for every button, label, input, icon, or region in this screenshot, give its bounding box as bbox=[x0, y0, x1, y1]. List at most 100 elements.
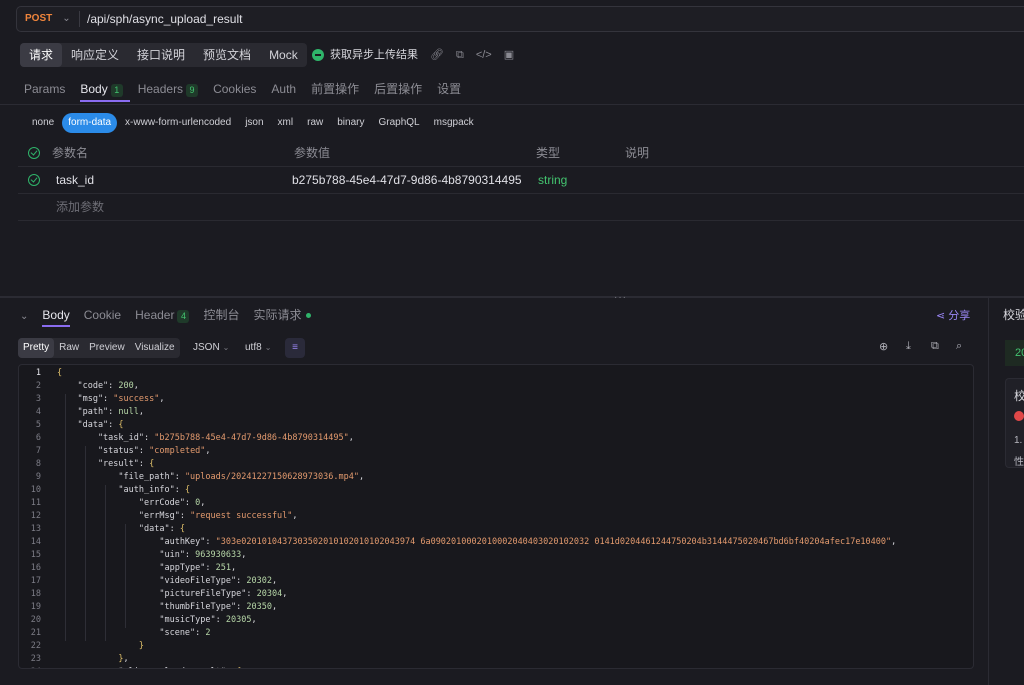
tab-preview-doc[interactable]: 预览文档 bbox=[194, 43, 260, 67]
url-input[interactable]: /api/sph/async_upload_result bbox=[87, 7, 242, 31]
tab-cookies[interactable]: Cookies bbox=[213, 78, 263, 102]
resp-tab-header[interactable]: Header 4 bbox=[135, 305, 190, 327]
api-title[interactable]: 获取异步上传结果 bbox=[330, 43, 418, 67]
code-token: , bbox=[123, 654, 129, 664]
format-raw[interactable]: Raw bbox=[54, 338, 84, 358]
add-param-placeholder[interactable]: 添加参数 bbox=[56, 194, 104, 221]
code-line: "status": "completed", bbox=[57, 446, 211, 456]
encoding-label: utf8 bbox=[245, 342, 262, 353]
status-code: 20 bbox=[1005, 340, 1024, 366]
format-preview[interactable]: Preview bbox=[84, 338, 130, 358]
body-type-urlencoded[interactable]: x-www-form-urlencoded bbox=[119, 113, 237, 133]
code-token: "status": bbox=[57, 446, 150, 456]
body-type-graphql[interactable]: GraphQL bbox=[372, 113, 425, 133]
select-all-checkbox[interactable] bbox=[28, 147, 40, 159]
body-type-msgpack[interactable]: msgpack bbox=[428, 113, 480, 133]
tab-params[interactable]: Params bbox=[24, 78, 72, 102]
copy-icon[interactable]: ⧉ bbox=[456, 43, 464, 67]
tab-settings[interactable]: 设置 bbox=[437, 78, 468, 102]
method-select[interactable]: POST ⌄ bbox=[25, 7, 75, 31]
share-button[interactable]: ⋖ 分享 bbox=[936, 308, 970, 324]
code-line: "authKey": "303e020101043730350201010201… bbox=[57, 537, 896, 547]
code-line: "path": null, bbox=[57, 407, 144, 417]
code-token: 20304 bbox=[256, 589, 283, 599]
code-line: "file_path": "uploads/202412271506289730… bbox=[57, 472, 364, 482]
code-token: "data": bbox=[57, 524, 180, 534]
api-title-row: 获取异步上传结果 🔗︎ ⧉ </> ▣ bbox=[312, 43, 514, 67]
status-globe-icon bbox=[312, 49, 324, 61]
drag-handle-icon[interactable]: ··· bbox=[614, 292, 627, 303]
chevron-down-icon: ⌄ bbox=[222, 343, 230, 352]
code-token: { bbox=[184, 485, 191, 495]
link-icon[interactable]: 🔗︎ bbox=[430, 43, 444, 67]
tab-settings-label: 设置 bbox=[437, 82, 462, 96]
count-badge: 1 bbox=[110, 84, 123, 97]
tab-body[interactable]: Body 1 bbox=[80, 78, 130, 102]
tab-api-desc[interactable]: 接口说明 bbox=[128, 43, 194, 67]
line-number: 12 bbox=[30, 511, 41, 521]
code-line: "thumbFileType": 20350, bbox=[57, 602, 277, 612]
tab-response-def[interactable]: 响应定义 bbox=[62, 43, 128, 67]
collapse-chevron-icon[interactable]: ⌄ bbox=[20, 311, 28, 322]
tab-pre-ops[interactable]: 前置操作 bbox=[311, 78, 366, 102]
validation-card-title: 校 bbox=[1014, 389, 1024, 403]
divider bbox=[0, 104, 1024, 105]
code-line: "auth_info": { bbox=[57, 485, 190, 495]
resp-tab-actual-request[interactable]: 实际请求 bbox=[253, 305, 311, 327]
param-name[interactable]: task_id bbox=[56, 167, 94, 194]
code-token: "completed" bbox=[149, 446, 206, 456]
tab-post-ops[interactable]: 后置操作 bbox=[374, 78, 429, 102]
body-type-raw[interactable]: raw bbox=[301, 113, 329, 133]
code-token: 20350 bbox=[246, 602, 272, 612]
line-number: 7 bbox=[35, 446, 41, 456]
code-token: } bbox=[57, 654, 124, 664]
copy-icon[interactable]: ⧉ bbox=[931, 340, 939, 353]
param-value[interactable]: b275b788-45e4-47d7-9d86-4b8790314495 bbox=[292, 167, 522, 194]
tab-auth[interactable]: Auth bbox=[271, 78, 303, 102]
response-tabs: ⌄ Body Cookie Header 4 控制台 实际请求 bbox=[20, 305, 325, 327]
search-icon[interactable]: ⌕ bbox=[956, 340, 962, 353]
code-icon[interactable]: </> bbox=[476, 43, 492, 67]
code-token: "errCode": bbox=[57, 498, 196, 508]
encoding-select[interactable]: utf8 ⌄ bbox=[245, 338, 271, 358]
add-param-row: 添加参数 bbox=[18, 194, 1024, 221]
body-type-binary[interactable]: binary bbox=[331, 113, 370, 133]
line-number: 24 bbox=[19, 667, 41, 668]
pane-splitter[interactable] bbox=[0, 296, 1024, 298]
resp-tab-cookie[interactable]: Cookie bbox=[84, 305, 121, 327]
code-token: "request successful" bbox=[190, 511, 293, 521]
code-token: "b275b788-45e4-47d7-9d86-4b8790314495" bbox=[154, 433, 349, 443]
resp-tab-body[interactable]: Body bbox=[42, 305, 70, 327]
code-line: "scene": 2 bbox=[57, 628, 210, 638]
response-code-viewer[interactable]: 1 {2 "code": 200, 3 "msg": "success", 4 "pa… bbox=[18, 364, 974, 669]
tab-request[interactable]: 请求 bbox=[20, 43, 63, 67]
code-token: , bbox=[292, 511, 298, 521]
url-bar[interactable]: POST ⌄ /api/sph/async_upload_result bbox=[16, 6, 1024, 32]
body-type-json[interactable]: json bbox=[239, 113, 269, 133]
row-checkbox[interactable] bbox=[28, 174, 40, 186]
code-token: , bbox=[358, 472, 365, 482]
line-number: 6 bbox=[35, 433, 41, 443]
body-type-form-data[interactable]: form-data bbox=[62, 113, 118, 133]
body-type-none[interactable]: none bbox=[26, 113, 60, 133]
lang-select[interactable]: JSON ⌄ bbox=[193, 338, 229, 358]
tab-mock[interactable]: Mock bbox=[260, 43, 307, 67]
code-line: "pictureFileType": 20304, bbox=[57, 589, 287, 599]
validation-title: 校验 bbox=[1003, 308, 1024, 322]
line-number: 15 bbox=[30, 550, 41, 560]
code-token: { bbox=[236, 667, 241, 668]
code-token: "errMsg": bbox=[57, 511, 191, 521]
format-visualize[interactable]: Visualize bbox=[130, 338, 180, 358]
code-token: "path": bbox=[57, 407, 119, 417]
locate-icon[interactable]: ⊕ bbox=[879, 340, 888, 353]
resp-tab-console[interactable]: 控制台 bbox=[203, 305, 239, 327]
line-number: 5 bbox=[35, 420, 41, 430]
wrap-toggle-icon[interactable]: ≡ bbox=[285, 338, 305, 358]
line-number: 23 bbox=[30, 654, 41, 664]
body-type-xml[interactable]: xml bbox=[272, 113, 300, 133]
param-type[interactable]: string bbox=[538, 167, 567, 194]
download-icon[interactable]: ⤓ bbox=[906, 340, 911, 353]
tab-headers[interactable]: Headers 9 bbox=[138, 78, 205, 102]
format-pretty[interactable]: Pretty bbox=[18, 338, 55, 358]
panel-icon[interactable]: ▣ bbox=[504, 43, 514, 67]
